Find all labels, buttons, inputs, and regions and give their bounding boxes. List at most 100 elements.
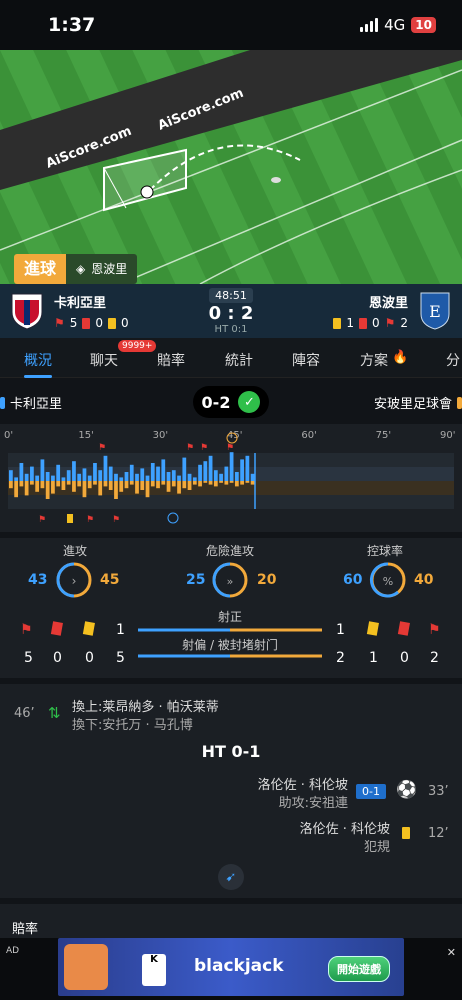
momentum-bar-home [198,464,202,481]
possession-ring-icon: % [369,562,406,598]
momentum-bar-home [103,455,108,481]
away-team-name: 恩波里 [368,296,408,311]
momentum-chart: 0' 15' 30' 45' 60' 75' 90' ⚑ ⚑ ⚑ ⚑ ⚑ ⚑ ⚑ [4,430,455,525]
momentum-bar-away [61,481,66,490]
momentum-bar-away [114,481,118,499]
momentum-bar-home [182,457,187,481]
timeline-tick-label: 15' [78,430,93,441]
away-team[interactable]: E 恩波里 1 0 ⚑ 2 [333,290,452,330]
away-red-stat: 0 [400,650,409,666]
whistle-icon[interactable]: ➹ [218,864,244,890]
momentum-bar-away [156,481,160,489]
momentum-bar-home [9,470,13,481]
momentum-bar-home [177,475,181,481]
ad-creative[interactable]: K blackjack 開始遊戲 [58,938,404,996]
momentum-bar-home [119,477,124,481]
momentum-bar-away [150,481,155,487]
yellow-card-icon [366,621,379,636]
momentum-bar-home [40,459,45,481]
home-team[interactable]: 卡利亞里 ⚑ 5 0 0 [10,290,129,330]
momentum-bar-home [66,470,71,481]
momentum-bar-away [19,481,24,487]
momentum-bar-away [140,481,145,490]
svg-text:»: » [227,575,234,588]
momentum-bar-home [19,463,24,481]
tab-overview[interactable]: 概況 [24,350,52,370]
away-team-stats: 1 0 ⚑ 2 [333,316,408,330]
ad-banner[interactable]: AD K blackjack 開始遊戲 ✕ [0,938,462,1000]
momentum-bar-home [135,473,139,481]
timeline-tick-label: 60' [301,430,316,441]
corner-marker: ⚑ [38,515,46,525]
momentum-bar-home [35,475,40,481]
card-player: 洛伦佐 · 科伦坡 [299,822,390,837]
tab-stats[interactable]: 統計 [225,350,253,370]
off-target-label: 射偏 / 被封堵射门 [182,638,278,652]
momentum-bar-away [119,481,124,492]
on-target-away: 1 [336,622,345,638]
momentum-bar-home [124,472,129,481]
away-crest-icon: E [420,292,450,330]
momentum-bar-home [166,472,171,481]
ad-label: AD [6,946,20,956]
momentum-bar-away [66,481,71,485]
result-home: 卡利亞里 [0,393,62,412]
result-row: 卡利亞里 0-2 ✓ 安玻里足球會 [0,382,462,424]
momentum-bar-home [245,455,250,481]
timeline-tick-label: 45' [227,430,242,441]
sub-out: 換下:安托万 · 马孔博 [72,718,193,733]
timeline-tick-label: 0' [4,430,13,441]
momentum-bar-home [213,470,218,481]
ad-play-button[interactable]: 開始遊戲 [328,956,390,982]
result-away-name: 安玻里足球會 [373,397,452,412]
yellow-card-marker [67,514,73,523]
momentum-timeline[interactable]: 0' 15' 30' 45' 60' 75' 90' ⚑ ⚑ ⚑ ⚑ ⚑ ⚑ ⚑ [0,424,462,532]
ad-close-icon[interactable]: ✕ [447,946,456,959]
card-reason: 犯規 [363,840,390,855]
svg-text:E: E [429,302,441,321]
battery-icon: 10 [411,17,436,33]
goal-marker [167,512,179,524]
match-stats: 進攻 危險進攻 控球率 43 45 25 20 60 40 › » % ⚑ ⚑ [0,538,462,678]
corner-marker: ⚑ [186,443,194,453]
svg-text:%: % [383,575,393,588]
momentum-bar-home [229,452,234,481]
goal-team-name: 恩波里 [91,262,128,276]
momentum-bar-away [77,481,82,487]
home-team-stats: ⚑ 5 0 0 [54,316,129,330]
goal-label: 進球 [14,254,67,284]
ad-title: blackjack [194,956,284,976]
home-yellow: 0 [121,316,129,330]
momentum-bar-away [224,481,229,485]
momentum-bar-away [72,481,76,492]
tab-lineup[interactable]: 陣容 [292,350,320,370]
momentum-bar-away [245,481,250,483]
signal-icon [360,18,379,32]
momentum-bar-home [129,464,134,481]
status-bar: 1:37 4G 10 [0,0,462,50]
pitch-animation[interactable]: AiScore.com AiScore.com 進球 ◈ 恩波里 4P 0 : … [0,50,462,284]
red-card-icon [82,317,91,329]
momentum-bar-away [108,481,113,490]
ball-icon: ⚽ [396,780,418,800]
corner-marker: ⚑ [86,515,94,525]
score: 0 : 2 [208,303,254,324]
red-card-icon [50,621,63,636]
corner-flag-icon: ⚑ [428,622,441,638]
momentum-bar-away [229,481,234,483]
result-home-name: 卡利亞里 [10,397,63,412]
momentum-bar-away [145,481,150,498]
tab-tips[interactable]: 方案 [360,350,388,370]
goal-player: 洛伦佐 · 科伦坡 [257,778,348,793]
tab-odds[interactable]: 賠率 [157,350,185,370]
team-crest-icon: ◈ [76,262,86,276]
momentum-bar-home [108,466,113,481]
momentum-bar-home [208,455,213,481]
goal-assist: 助攻:安祖連 [278,796,348,811]
tab-chat[interactable]: 聊天 [90,350,118,370]
tab-more[interactable]: 分 [446,350,460,370]
momentum-bar-away [161,481,166,485]
home-corners-stat: 5 [24,650,33,666]
home-color-marker [0,396,5,409]
momentum-bar-home [82,468,87,481]
